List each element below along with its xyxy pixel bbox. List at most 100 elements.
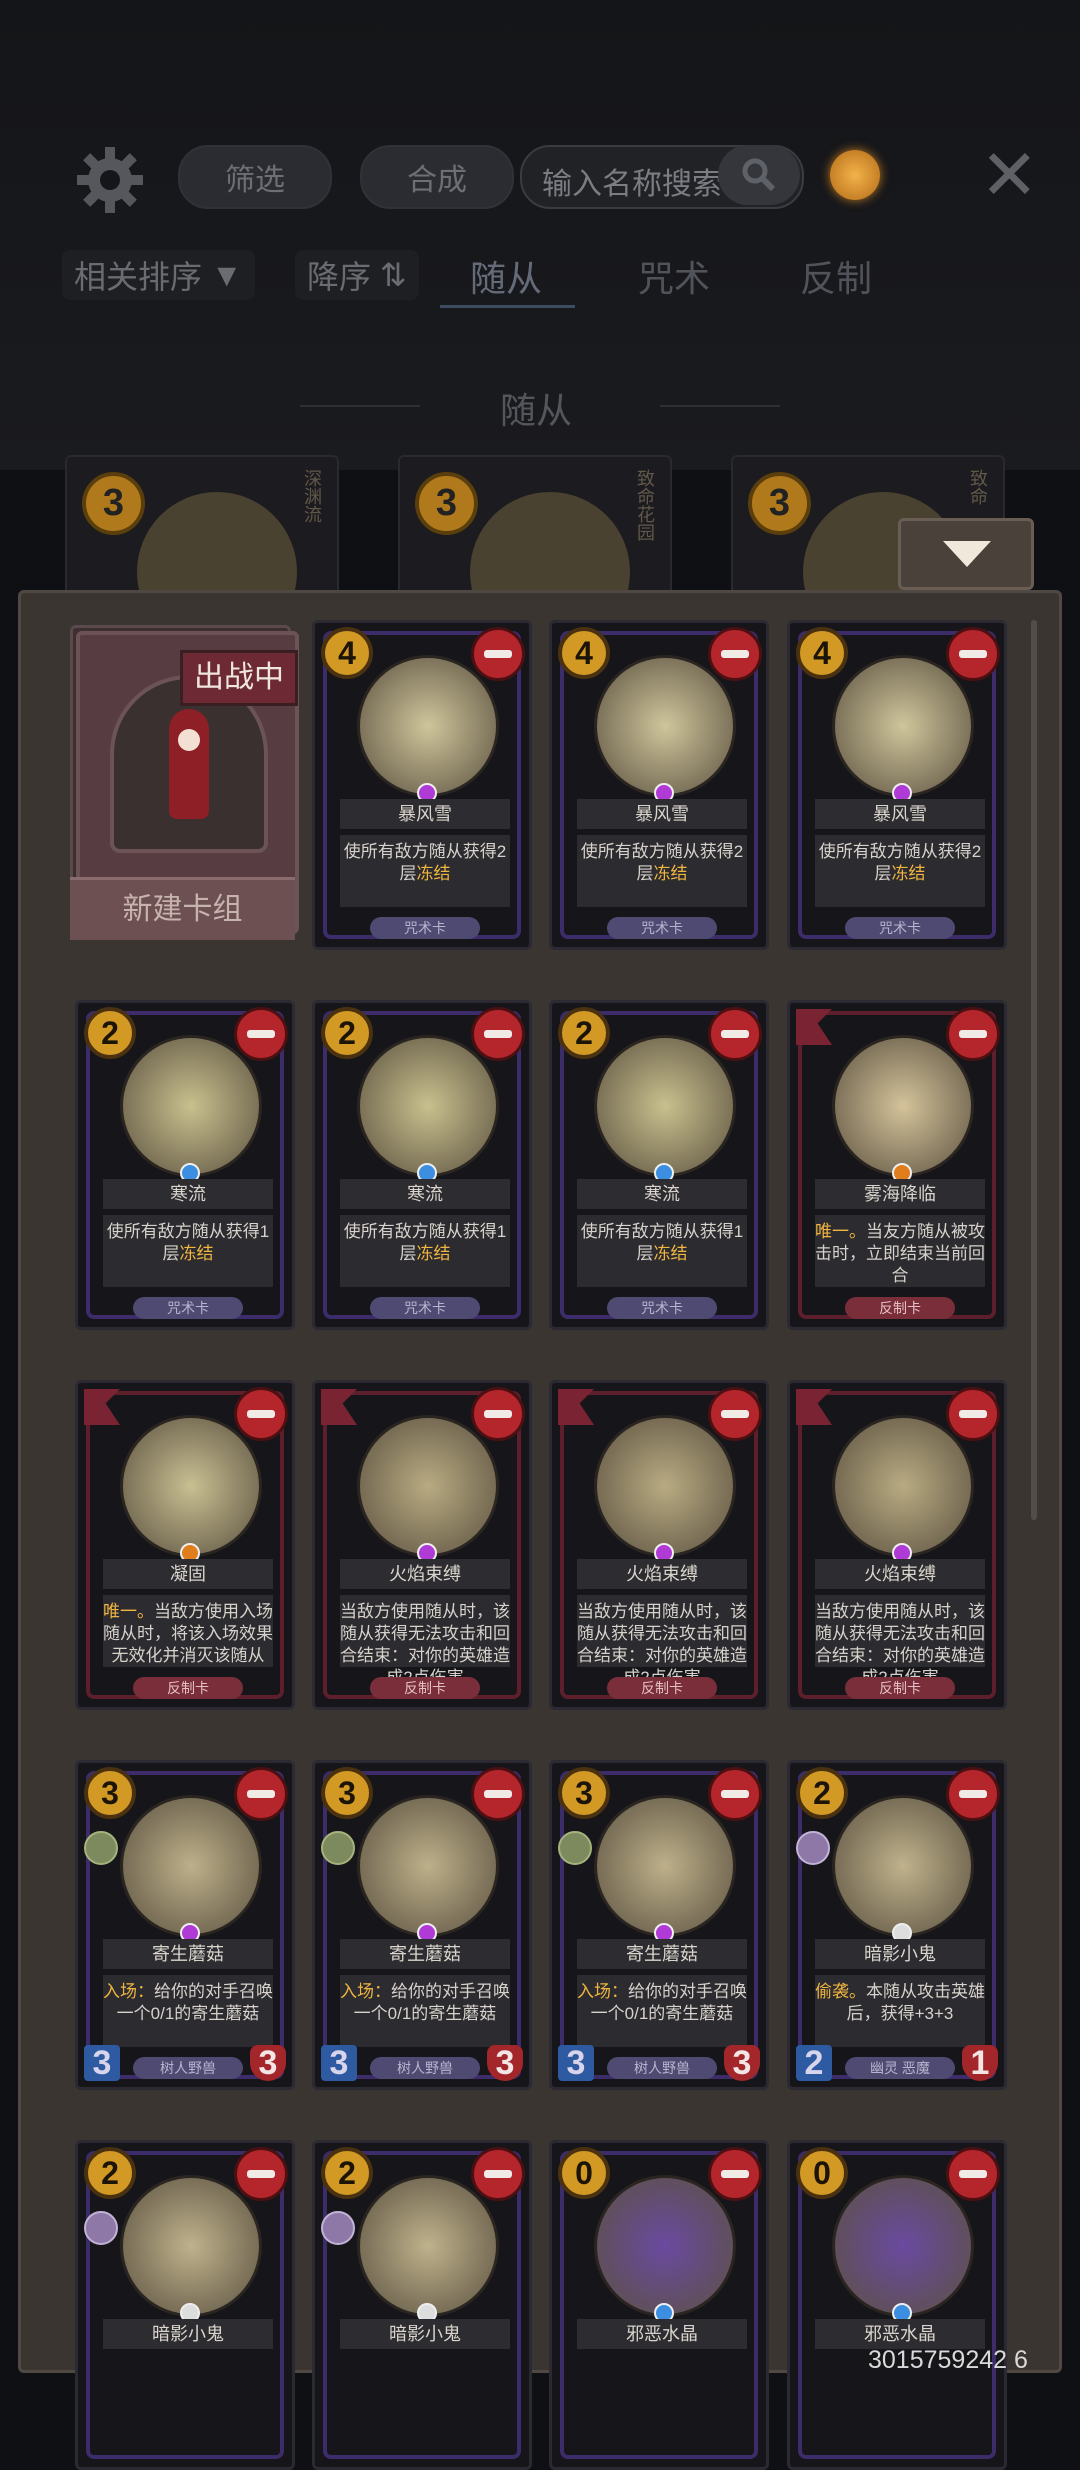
remove-card-button[interactable]: [946, 627, 1000, 681]
remove-card-button[interactable]: [234, 2147, 288, 2201]
sort-desc-button[interactable]: 降序 ⇅: [295, 250, 419, 300]
card-art: [832, 655, 974, 797]
currency-icon[interactable]: [830, 150, 880, 200]
collection-card[interactable]: 3 致命花园: [398, 455, 672, 592]
card-art: [357, 2175, 499, 2317]
card-name: 凝固: [103, 1559, 273, 1589]
card-art: [357, 1035, 499, 1177]
remove-card-button[interactable]: [708, 1007, 762, 1061]
card[interactable]: 4 暴风雪 使所有敌方随从获得2层冻结 咒术卡: [312, 620, 532, 950]
card[interactable]: 3 寄生蘑菇 入场：给你的对手召唤一个0/1的寄生蘑菇 树人野兽 3 3: [549, 1760, 769, 2090]
remove-card-button[interactable]: [234, 1767, 288, 1821]
card-cost: 2: [84, 2147, 136, 2199]
tribe-icon: [321, 1831, 355, 1865]
scrollbar[interactable]: [1031, 620, 1037, 1520]
search-button[interactable]: [718, 145, 800, 205]
sort-related-button[interactable]: 相关排序 ▼: [62, 250, 255, 300]
card[interactable]: 3 寄生蘑菇 入场：给你的对手召唤一个0/1的寄生蘑菇 树人野兽 3 3: [75, 1760, 295, 2090]
remove-card-button[interactable]: [708, 1387, 762, 1441]
card[interactable]: 凝固 唯一。当敌方使用入场随从时，将该入场效果无效化并消灭该随从 反制卡: [75, 1380, 295, 1710]
remove-card-button[interactable]: [946, 1767, 1000, 1821]
divider-line-right: [660, 405, 780, 407]
card-type: 咒术卡: [133, 1297, 243, 1319]
card-name: 火焰束缚: [340, 1559, 510, 1589]
card-description: 使所有敌方随从获得2层冻结: [340, 835, 510, 907]
card-type: 咒术卡: [370, 917, 480, 939]
card-name: 雾海降临: [815, 1179, 985, 1209]
card-description: 使所有敌方随从获得1层冻结: [340, 1215, 510, 1287]
gear-icon[interactable]: [75, 145, 145, 215]
tab-minion[interactable]: 随从: [470, 250, 542, 302]
card-name: 寒流: [103, 1179, 273, 1209]
collapse-panel-button[interactable]: [898, 518, 1034, 590]
card-name: 寄生蘑菇: [577, 1939, 747, 1969]
desc-keyword: 冻结: [891, 864, 926, 883]
desc-keyword: 冻结: [179, 1244, 214, 1263]
card-description: 唯一。当友方随从被攻击时，立即结束当前回合: [815, 1215, 985, 1287]
card-type: 树人野兽: [133, 2057, 243, 2079]
user-id: 3015759242 6: [868, 2346, 1028, 2374]
card-name: 暗影小鬼: [815, 1939, 985, 1969]
remove-card-button[interactable]: [234, 1387, 288, 1441]
card[interactable]: 2 暗影小鬼 偷袭。本随从攻击英雄后，获得+3+3 幽灵 恶魔 2 1: [787, 1760, 1007, 2090]
craft-button[interactable]: 合成: [360, 145, 514, 209]
deck-card[interactable]: 出战中 新建卡组: [70, 625, 299, 943]
desc-keyword: 入场：: [577, 1982, 628, 2001]
sort-desc-label: 降序: [307, 259, 372, 295]
filter-button[interactable]: 筛选: [178, 145, 332, 209]
remove-card-button[interactable]: [471, 1767, 525, 1821]
card-attack: 3: [558, 2045, 594, 2081]
card[interactable]: 0 邪恶水晶: [787, 2140, 1007, 2470]
remove-card-button[interactable]: [471, 2147, 525, 2201]
card[interactable]: 2 寒流 使所有敌方随从获得1层冻结 咒术卡: [549, 1000, 769, 1330]
card-health: 1: [962, 2045, 998, 2081]
remove-card-button[interactable]: [946, 1387, 1000, 1441]
card-type: 反制卡: [133, 1677, 243, 1699]
remove-card-button[interactable]: [471, 627, 525, 681]
card-art: [137, 492, 297, 592]
card-cost: 3: [321, 1767, 373, 1819]
tab-counter[interactable]: 反制: [800, 250, 872, 302]
card-name: 邪恶水晶: [815, 2319, 985, 2349]
remove-card-button[interactable]: [471, 1387, 525, 1441]
card[interactable]: 4 暴风雪 使所有敌方随从获得2层冻结 咒术卡: [549, 620, 769, 950]
remove-card-button[interactable]: [946, 2147, 1000, 2201]
card-cost: 4: [558, 627, 610, 679]
card[interactable]: 0 邪恶水晶: [549, 2140, 769, 2470]
remove-card-button[interactable]: [708, 2147, 762, 2201]
card[interactable]: 2 寒流 使所有敌方随从获得1层冻结 咒术卡: [75, 1000, 295, 1330]
card[interactable]: 雾海降临唯一。当友方随从被攻击时，立即结束当前回合反制卡: [787, 1000, 1007, 1330]
card-art: [594, 655, 736, 797]
card-description: 使所有敌方随从获得1层冻结: [577, 1215, 747, 1287]
card-art: [120, 1415, 262, 1557]
remove-card-button[interactable]: [946, 1007, 1000, 1061]
remove-card-button[interactable]: [708, 1767, 762, 1821]
tab-underline: [440, 305, 575, 308]
card[interactable]: 3 寄生蘑菇 入场：给你的对手召唤一个0/1的寄生蘑菇 树人野兽 3 3: [312, 1760, 532, 2090]
card[interactable]: 2 暗影小鬼: [312, 2140, 532, 2470]
tab-spell[interactable]: 咒术: [638, 250, 710, 302]
card-cost: 2: [321, 2147, 373, 2199]
card[interactable]: 火焰束缚当敌方使用随从时，该随从获得无法攻击和回合结束：对你的英雄造成2点伤害反…: [787, 1380, 1007, 1710]
card[interactable]: 火焰束缚当敌方使用随从时，该随从获得无法攻击和回合结束：对你的英雄造成2点伤害反…: [312, 1380, 532, 1710]
card-description: 当敌方使用随从时，该随从获得无法攻击和回合结束：对你的英雄造成2点伤害: [815, 1595, 985, 1687]
remove-card-button[interactable]: [234, 1007, 288, 1061]
card-cost: 2: [558, 1007, 610, 1059]
card[interactable]: 2 暗影小鬼: [75, 2140, 295, 2470]
new-deck-label[interactable]: 新建卡组: [70, 877, 295, 940]
close-icon[interactable]: ✕: [980, 140, 1039, 210]
desc-keyword: 冻结: [653, 864, 688, 883]
card-type: 咒术卡: [607, 1297, 717, 1319]
tribe-icon: [321, 2211, 355, 2245]
card[interactable]: 4 暴风雪 使所有敌方随从获得2层冻结 咒术卡: [787, 620, 1007, 950]
card-cost: 2: [796, 1767, 848, 1819]
collection-card[interactable]: 3 深渊流: [65, 455, 339, 592]
card-type: 咒术卡: [607, 917, 717, 939]
remove-card-button[interactable]: [708, 627, 762, 681]
card[interactable]: 火焰束缚当敌方使用随从时，该随从获得无法攻击和回合结束：对你的英雄造成2点伤害反…: [549, 1380, 769, 1710]
remove-card-button[interactable]: [471, 1007, 525, 1061]
card[interactable]: 2 寒流 使所有敌方随从获得1层冻结 咒术卡: [312, 1000, 532, 1330]
card-type: 咒术卡: [845, 917, 955, 939]
sort-arrows-icon: ⇅: [371, 257, 407, 293]
card-type: 反制卡: [845, 1297, 955, 1319]
